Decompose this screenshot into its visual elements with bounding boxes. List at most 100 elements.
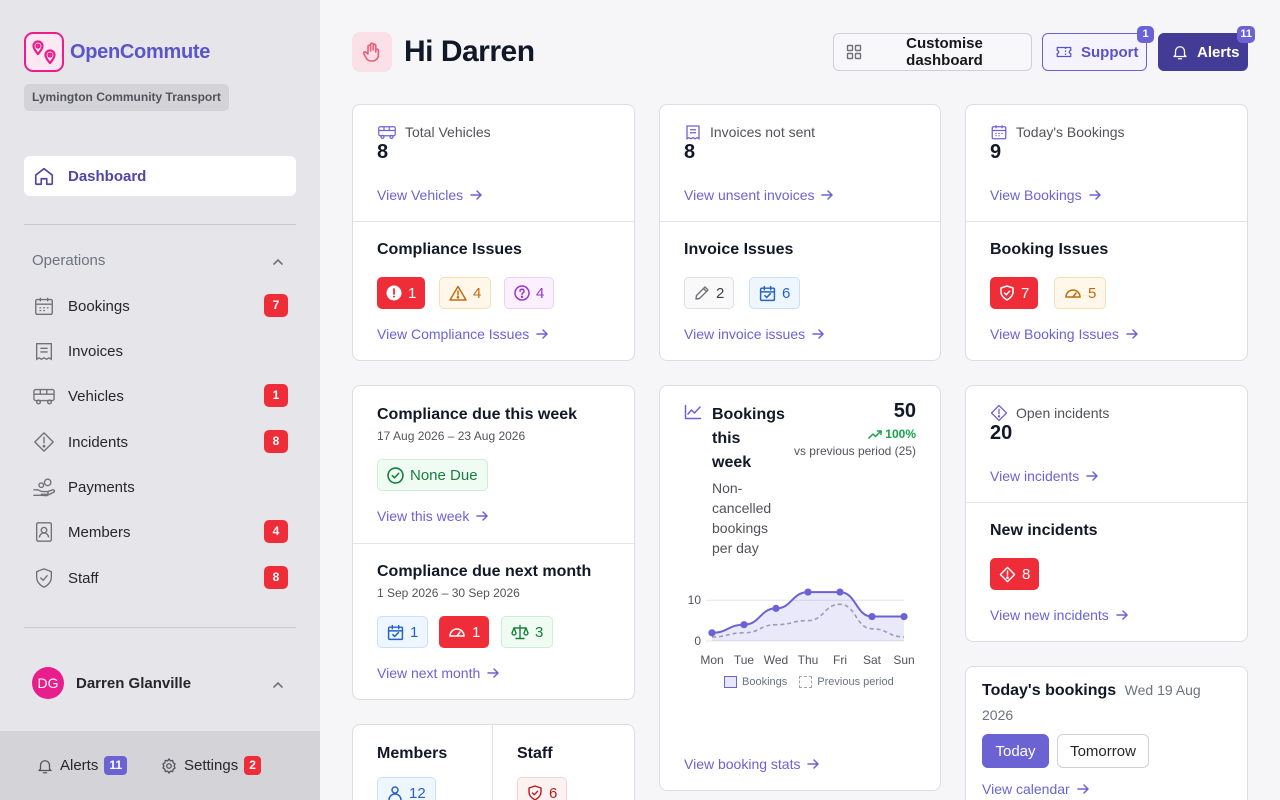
warning-diamond-icon	[999, 566, 1016, 583]
due-month-calendar-chip[interactable]: 1	[377, 616, 429, 648]
compliance-warning-chip[interactable]: 4	[439, 277, 492, 309]
footer-settings-link[interactable]: Settings 2	[160, 756, 261, 775]
button-label: Support	[1081, 43, 1139, 61]
booking-issue-gauge-chip[interactable]: 5	[1054, 277, 1107, 309]
pencil-icon	[694, 285, 710, 301]
sidebar-item-dashboard[interactable]: Dashboard	[24, 156, 296, 196]
invoice-draft-chip[interactable]: 2	[684, 277, 735, 309]
sidebar-item-members[interactable]: Members 4	[24, 514, 296, 550]
chevron-up-icon[interactable]	[270, 254, 286, 270]
user-menu[interactable]: DG Darren Glanville	[24, 667, 296, 699]
sidebar-item-staff[interactable]: Staff 8	[24, 560, 296, 596]
tomorrow-button[interactable]: Tomorrow	[1057, 734, 1149, 768]
sidebar-item-label: Vehicles	[68, 387, 124, 405]
alerts-button[interactable]: Alerts 11	[1158, 26, 1255, 71]
organisation-badge[interactable]: Lymington Community Transport	[24, 84, 229, 111]
sidebar-item-vehicles[interactable]: Vehicles 1	[24, 378, 296, 414]
booking-issue-shield-chip[interactable]: 7	[990, 277, 1039, 309]
view-new-incidents-link[interactable]: View new incidents	[990, 607, 1129, 623]
members-count-chip[interactable]: 12	[377, 777, 436, 800]
x-tick-label: Sat	[863, 653, 882, 667]
invoice-calendar-chip[interactable]: 6	[749, 277, 801, 309]
view-vehicles-link[interactable]: View Vehicles	[377, 187, 483, 203]
sidebar-item-payments[interactable]: Payments	[24, 469, 296, 505]
view-booking-stats-link[interactable]: View booking stats	[684, 756, 820, 772]
view-bookings-link[interactable]: View Bookings	[990, 187, 1102, 203]
link-label: View Booking Issues	[990, 326, 1119, 342]
customise-dashboard-button[interactable]: Customise dashboard	[833, 33, 1032, 71]
sidebar-divider	[24, 627, 296, 628]
arrow-right-icon	[1125, 327, 1139, 341]
sidebar-item-label: Members	[68, 523, 131, 541]
new-incidents-title: New incidents	[990, 522, 1098, 539]
y-tick-label: 10	[688, 593, 702, 607]
staff-count-chip[interactable]: 6	[517, 777, 568, 800]
alerts-count-badge: 11	[1237, 26, 1255, 43]
sidebar-item-incidents[interactable]: Incidents 8	[24, 424, 296, 460]
sidebar-item-label: Bookings	[68, 297, 130, 315]
warning-diamond-icon	[32, 431, 56, 453]
arrow-right-icon	[811, 327, 825, 341]
members-staff-card: Members 12 Staff 6	[352, 724, 635, 800]
sidebar-item-invoices[interactable]: Invoices	[24, 333, 296, 369]
link-label: View invoice issues	[684, 326, 806, 342]
view-calendar-link[interactable]: View calendar	[982, 781, 1090, 797]
operations-section-label[interactable]: Operations	[32, 252, 105, 269]
new-incidents-chip[interactable]: 8	[990, 558, 1040, 590]
chart-data-point[interactable]	[740, 621, 748, 629]
calendar-check-icon	[759, 285, 776, 302]
waving-hand-icon	[352, 32, 392, 72]
ticket-icon	[1055, 43, 1073, 61]
member-card-icon	[32, 521, 56, 543]
sidebar-item-label: Incidents	[68, 433, 129, 451]
view-compliance-issues-link[interactable]: View Compliance Issues	[377, 326, 549, 342]
view-next-month-link[interactable]: View next month	[377, 665, 500, 681]
compliance-issues-title: Compliance Issues	[377, 241, 522, 258]
support-button[interactable]: Support 1	[1042, 26, 1154, 71]
view-booking-issues-link[interactable]: View Booking Issues	[990, 326, 1139, 342]
chart-data-point[interactable]	[772, 604, 780, 612]
footer-alerts-link[interactable]: Alerts 11	[36, 756, 128, 775]
x-tick-label: Tue	[734, 653, 755, 667]
chart-data-point[interactable]	[900, 612, 908, 621]
compliance-due-week-range: 17 Aug 2026 – 23 Aug 2026	[377, 429, 526, 443]
link-label: View incidents	[990, 468, 1080, 484]
staff-title: Staff	[517, 745, 553, 762]
compliance-critical-chip[interactable]: 1	[377, 277, 426, 309]
subtitle-line: Non-	[712, 480, 743, 496]
chip-value: 8	[1022, 565, 1031, 583]
due-month-gauge-chip[interactable]: 1	[439, 616, 490, 648]
view-this-week-link[interactable]: View this week	[377, 508, 489, 524]
legend-previous-label: Previous period	[817, 676, 894, 688]
scales-icon	[511, 624, 529, 640]
chart-data-point[interactable]	[836, 588, 844, 596]
arrow-right-icon	[535, 327, 549, 341]
compliance-unknown-chip[interactable]: 4	[504, 277, 555, 309]
chevron-up-icon[interactable]	[270, 677, 286, 693]
bookings-card: Today's Bookings 9 View Bookings Booking…	[965, 104, 1248, 361]
hand-coins-icon	[32, 476, 56, 498]
sidebar-item-bookings[interactable]: Bookings 7	[24, 288, 296, 324]
check-circle-icon	[387, 466, 404, 484]
chart-data-point[interactable]	[708, 629, 716, 637]
arrow-right-icon	[806, 757, 820, 771]
bus-icon	[377, 123, 397, 141]
x-tick-label: Sun	[893, 653, 914, 667]
open-incidents-value: 20	[990, 422, 1013, 444]
chart-data-point[interactable]	[804, 588, 812, 596]
chip-value: None Due	[410, 466, 478, 484]
support-count-badge: 1	[1137, 26, 1154, 43]
brand[interactable]: OpenCommute	[24, 32, 210, 72]
view-invoice-issues-link[interactable]: View invoice issues	[684, 326, 825, 342]
view-unsent-invoices-link[interactable]: View unsent invoices	[684, 187, 834, 203]
chart-data-point[interactable]	[868, 612, 876, 621]
link-label: View Vehicles	[377, 187, 464, 203]
view-incidents-link[interactable]: View incidents	[990, 468, 1099, 484]
invoice-icon	[684, 123, 702, 141]
sidebar-divider	[24, 224, 296, 225]
today-button[interactable]: Today	[982, 734, 1049, 768]
shield-check-icon	[999, 285, 1015, 301]
invoice-issues-title: Invoice Issues	[684, 241, 794, 258]
due-month-scales-chip[interactable]: 3	[501, 616, 554, 648]
warning-diamond-icon	[990, 404, 1008, 422]
